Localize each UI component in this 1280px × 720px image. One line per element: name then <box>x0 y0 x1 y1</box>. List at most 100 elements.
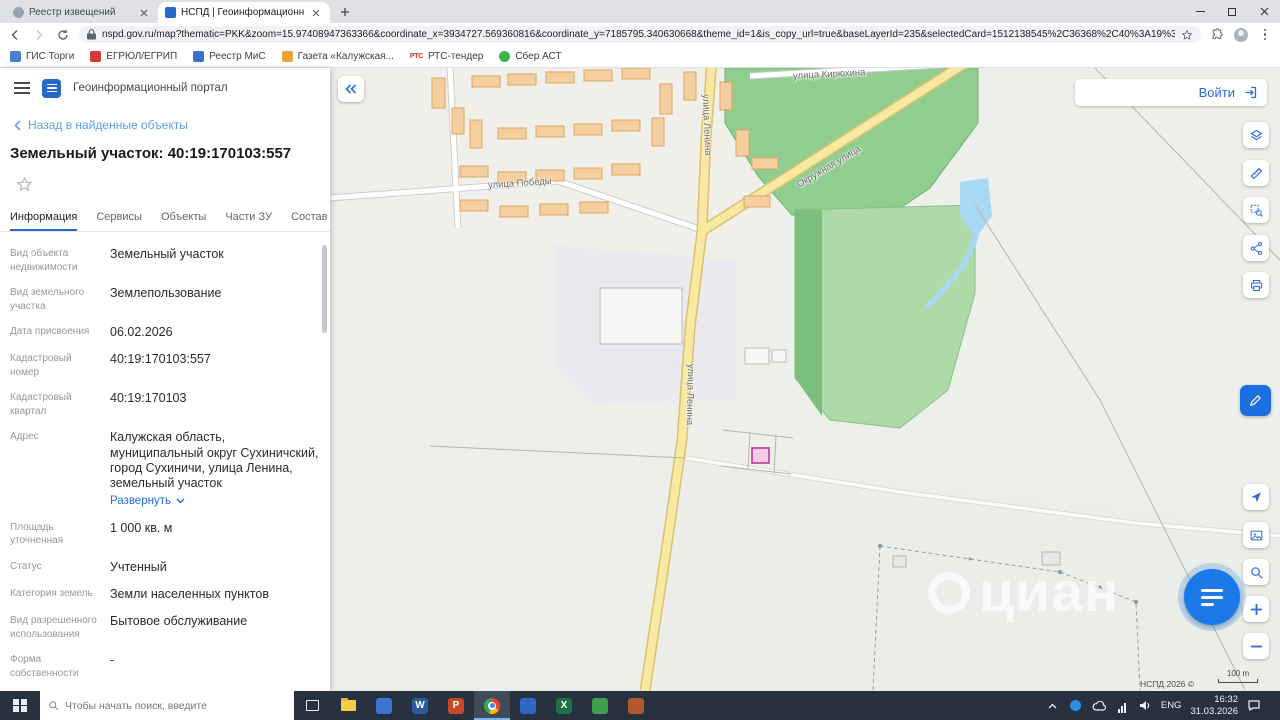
field-value: Земельный участок <box>110 247 224 261</box>
windows-logo-icon <box>13 698 27 713</box>
bookmark-sber-ast[interactable]: Сбер АСТ <box>499 51 562 62</box>
tab-composition[interactable]: Состав <box>291 211 327 231</box>
browser-tab-2-active[interactable]: НСПД | Геоинформационный п <box>158 2 330 23</box>
chrome-icon <box>484 697 500 714</box>
tray-expand-icon[interactable] <box>1046 699 1060 713</box>
basemap-gallery-button[interactable] <box>1243 522 1269 548</box>
profile-avatar[interactable] <box>1233 27 1249 43</box>
tab-services[interactable]: Сервисы <box>96 211 142 231</box>
object-search-button[interactable] <box>1243 559 1269 585</box>
maximize-icon[interactable] <box>1216 0 1248 23</box>
print-button[interactable] <box>1243 272 1269 298</box>
network-icon[interactable] <box>1115 699 1129 713</box>
browser-navbar <box>0 23 1280 46</box>
system-tray: ENG 16:32 31.03.2026 <box>1046 691 1280 720</box>
field-value: Земли населенных пунктов <box>110 586 269 601</box>
task-view-button[interactable] <box>294 691 330 720</box>
app-icon <box>520 697 536 714</box>
file-explorer-button[interactable] <box>330 691 366 720</box>
taskbar-apps: W P X <box>294 691 654 720</box>
excel-icon: X <box>556 697 572 714</box>
url-bar[interactable] <box>79 26 1201 43</box>
screen: Реестр извещений НСПД | Геоинформационны… <box>0 0 1280 720</box>
tab-objects[interactable]: Объекты <box>161 211 206 231</box>
field-row: Вид объекта недвижимости Земельный участо… <box>10 247 320 274</box>
login-icon <box>1245 86 1257 99</box>
bookmark-rts-tender[interactable]: РТС РТС-тендер <box>410 51 483 62</box>
forward-icon[interactable] <box>31 27 47 43</box>
login-button[interactable]: Войти <box>1075 79 1267 106</box>
app-green-button[interactable] <box>582 691 618 720</box>
extensions-icon[interactable] <box>1209 27 1225 43</box>
bookmark-star-icon[interactable] <box>1181 29 1193 41</box>
portal-header: Геоинформационный портал <box>0 68 330 108</box>
field-value: Бытовое обслуживание <box>110 614 248 628</box>
bookmark-reestr-mis[interactable]: Реестр МиС <box>193 51 266 62</box>
scale-bar: 100 m <box>1218 669 1258 683</box>
bookmark-gis-torgi[interactable]: ГИС Торги <box>10 51 74 62</box>
field-row: Дата присвоения 06.02.2026 <box>10 325 320 340</box>
app-blue-button[interactable] <box>510 691 546 720</box>
tab-parcel-parts[interactable]: Части ЗУ <box>225 211 272 231</box>
layers-button[interactable] <box>1243 122 1269 148</box>
language-indicator[interactable]: ENG <box>1161 700 1182 711</box>
expand-address-link[interactable]: Развернуть <box>110 494 185 508</box>
map-attribution: НСПД 2026 © <box>1140 679 1195 689</box>
my-location-button[interactable] <box>1243 484 1269 510</box>
new-tab-button[interactable] <box>336 3 354 21</box>
volume-icon[interactable] <box>1138 699 1152 713</box>
map-canvas[interactable]: улица Кирюхина улица Ленина улица Победы… <box>330 68 1280 691</box>
reload-icon[interactable] <box>55 27 71 43</box>
zoom-out-button[interactable] <box>1243 633 1269 659</box>
field-label: Дата присвоения <box>10 326 90 337</box>
mail-app-button[interactable] <box>366 691 402 720</box>
collapse-panel-button[interactable] <box>338 76 364 102</box>
back-to-results-link[interactable]: Назад в найденные объекты <box>14 118 330 132</box>
favorite-star-icon[interactable] <box>16 176 33 193</box>
field-label: Вид земельного участка <box>10 287 85 312</box>
word-button[interactable]: W <box>402 691 438 720</box>
measure-ruler-button[interactable] <box>1243 160 1269 186</box>
start-button[interactable] <box>0 691 40 720</box>
object-title: Земельный участок: 40:19:170103:557 <box>10 145 292 162</box>
share-button[interactable] <box>1243 235 1269 261</box>
bookmark-icon <box>193 51 205 62</box>
minimize-icon[interactable] <box>1184 0 1216 23</box>
url-input[interactable] <box>102 29 1175 40</box>
taskbar-search[interactable] <box>40 691 294 720</box>
selected-parcel[interactable] <box>751 447 770 464</box>
map-base-layer <box>330 68 1280 691</box>
field-value: - <box>110 653 115 667</box>
excel-button[interactable]: X <box>546 691 582 720</box>
tab-close-icon[interactable] <box>137 6 151 20</box>
field-label: Статус <box>10 560 42 572</box>
draw-feedback-button[interactable] <box>1240 385 1271 416</box>
bookmark-egrul[interactable]: ЕГРЮЛ/ЕГРИП <box>90 51 177 62</box>
chat-assistant-button[interactable] <box>1184 569 1240 625</box>
area-select-button[interactable] <box>1243 197 1269 223</box>
taskbar-search-input[interactable] <box>65 699 286 712</box>
onedrive-cloud-icon[interactable] <box>1092 699 1106 713</box>
tab-title: НСПД | Геоинформационный п <box>181 7 304 18</box>
app-brown-button[interactable] <box>618 691 654 720</box>
browser-tabstrip: Реестр извещений НСПД | Геоинформационны… <box>0 0 1280 23</box>
close-icon[interactable] <box>1248 0 1280 23</box>
tray-app-icon[interactable] <box>1069 699 1083 713</box>
taskbar-clock[interactable]: 16:32 31.03.2026 <box>1190 694 1238 718</box>
panel-scrollbar[interactable] <box>322 245 327 333</box>
back-icon[interactable] <box>7 27 23 43</box>
zoom-in-button[interactable] <box>1243 596 1269 622</box>
nspd-logo-icon <box>42 78 61 98</box>
chrome-button-active[interactable] <box>474 691 510 720</box>
field-row: Кадастровый квартал 40:19:170103 <box>10 391 320 418</box>
bookmark-gazeta[interactable]: Газета «Калужская... <box>281 51 394 62</box>
action-center-icon[interactable] <box>1247 699 1261 713</box>
browser-tab-1[interactable]: Реестр извещений <box>6 2 158 23</box>
field-value: Землепользование <box>110 286 222 300</box>
powerpoint-button[interactable]: P <box>438 691 474 720</box>
tab-information[interactable]: Информация <box>10 211 78 231</box>
browser-menu-icon[interactable] <box>1257 27 1273 43</box>
tab-close-icon[interactable] <box>309 6 323 20</box>
tab-title: Реестр извещений <box>29 7 116 18</box>
menu-icon[interactable] <box>14 82 30 94</box>
